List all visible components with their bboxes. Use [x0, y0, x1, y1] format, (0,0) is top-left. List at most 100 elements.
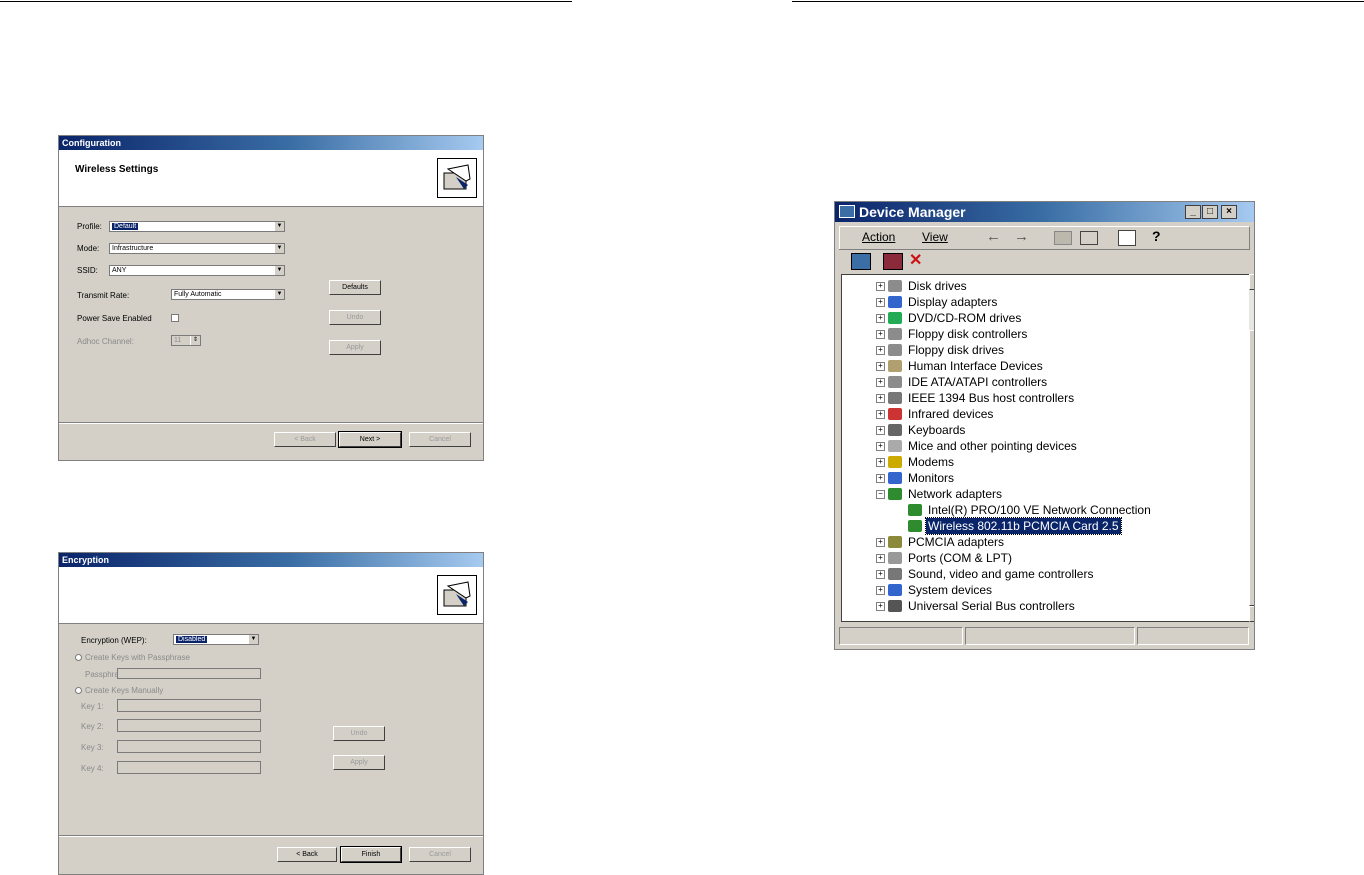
expand-icon[interactable]: +: [876, 298, 885, 307]
folder-icon[interactable]: [1054, 231, 1072, 245]
minimize-button[interactable]: _: [1185, 205, 1201, 219]
device-tree[interactable]: + Disk drives + Display adapters + DVD/CD-ROM…: [841, 274, 1249, 622]
help-icon[interactable]: ?: [1152, 228, 1161, 244]
expand-icon[interactable]: +: [876, 330, 885, 339]
scroll-up-button[interactable]: ▲: [1249, 274, 1254, 290]
tree-category-node[interactable]: + Floppy disk drives: [842, 342, 1248, 358]
manual-keys-radio[interactable]: [75, 687, 82, 694]
vertical-scrollbar[interactable]: ▲ ▼: [1249, 274, 1254, 622]
expand-icon[interactable]: +: [876, 602, 885, 611]
status-bar-pane-1: [839, 627, 963, 645]
key1-label: Key 1:: [81, 702, 104, 711]
apply-button[interactable]: Apply: [333, 755, 385, 770]
key4-input[interactable]: [117, 761, 261, 774]
mode-dropdown[interactable]: Infrastructure ▼: [109, 243, 285, 254]
tree-child-node[interactable]: Wireless 802.11b PCMCIA Card 2.5: [842, 517, 1248, 535]
finish-button[interactable]: Finish: [340, 846, 402, 863]
passphrase-input[interactable]: [117, 668, 261, 679]
collapse-icon[interactable]: −: [876, 490, 885, 499]
tree-category-node[interactable]: + Disk drives: [842, 278, 1248, 294]
transmit-rate-dropdown[interactable]: Fully Automatic ▼: [171, 289, 285, 300]
tree-category-node[interactable]: + Floppy disk controllers: [842, 326, 1248, 342]
expand-icon[interactable]: +: [876, 586, 885, 595]
tree-category-node[interactable]: + Display adapters: [842, 294, 1248, 310]
tree-category-node[interactable]: + Monitors: [842, 470, 1248, 486]
back-button[interactable]: < Back: [277, 847, 337, 862]
tree-category-node[interactable]: + IEEE 1394 Bus host controllers: [842, 390, 1248, 406]
expand-icon[interactable]: +: [876, 394, 885, 403]
back-button[interactable]: < Back: [274, 432, 336, 447]
tree-category-node[interactable]: + Ports (COM & LPT): [842, 550, 1248, 566]
expand-icon[interactable]: +: [876, 314, 885, 323]
expand-icon[interactable]: +: [876, 442, 885, 451]
expand-icon[interactable]: +: [876, 378, 885, 387]
cancel-button[interactable]: Cancel: [409, 847, 471, 862]
tree-category-node[interactable]: + System devices: [842, 582, 1248, 598]
tree-category-node[interactable]: + Modems: [842, 454, 1248, 470]
chevron-down-icon: ▼: [248, 635, 258, 644]
configuration-title-bar: Configuration: [59, 136, 483, 150]
uninstall-icon[interactable]: ✕: [909, 250, 922, 270]
properties-icon[interactable]: [1118, 230, 1136, 246]
power-save-checkbox[interactable]: [171, 314, 179, 322]
adhoc-channel-label: Adhoc Channel:: [77, 337, 134, 346]
tree-category-node[interactable]: + Infrared devices: [842, 406, 1248, 422]
port-icon: [888, 552, 902, 564]
expand-icon[interactable]: +: [876, 362, 885, 371]
tree-category-node[interactable]: + Mice and other pointing devices: [842, 438, 1248, 454]
tree-category-node[interactable]: + Human Interface Devices: [842, 358, 1248, 374]
expand-icon[interactable]: +: [876, 474, 885, 483]
profile-dropdown[interactable]: Default ▼: [109, 221, 285, 232]
undo-button[interactable]: Undo: [329, 310, 381, 325]
computer-icon: [888, 584, 902, 596]
maximize-button[interactable]: □: [1202, 205, 1218, 219]
show-hide-tree-icon[interactable]: [1080, 231, 1098, 245]
expand-icon[interactable]: +: [876, 282, 885, 291]
close-button[interactable]: ×: [1221, 205, 1237, 219]
tree-category-node[interactable]: + IDE ATA/ATAPI controllers: [842, 374, 1248, 390]
ssid-value: ANY: [112, 267, 127, 274]
status-bar-pane-2: [965, 627, 1135, 645]
encryption-title-bar: Encryption: [59, 553, 483, 567]
forward-arrow-icon[interactable]: →: [1014, 228, 1029, 245]
defaults-button[interactable]: Defaults: [329, 280, 381, 295]
expand-icon[interactable]: +: [876, 570, 885, 579]
wizard-header: [59, 567, 483, 624]
expand-icon[interactable]: +: [876, 458, 885, 467]
tree-category-node[interactable]: + PCMCIA adapters: [842, 534, 1248, 550]
scroll-thumb[interactable]: [1249, 330, 1254, 606]
scan-hardware-icon[interactable]: [851, 253, 871, 270]
scroll-down-button[interactable]: ▼: [1249, 606, 1254, 622]
tree-category-node[interactable]: + Sound, video and game controllers: [842, 566, 1248, 582]
expand-icon[interactable]: +: [876, 410, 885, 419]
apply-button[interactable]: Apply: [329, 340, 381, 355]
menu-action[interactable]: Action: [862, 230, 895, 244]
expand-icon[interactable]: +: [876, 538, 885, 547]
tree-child-node[interactable]: Intel(R) PRO/100 VE Network Connection: [842, 502, 1248, 518]
expand-icon[interactable]: +: [876, 554, 885, 563]
expand-icon[interactable]: +: [876, 346, 885, 355]
tree-node-label: IEEE 1394 Bus host controllers: [908, 391, 1075, 405]
ssid-dropdown[interactable]: ANY ▼: [109, 265, 285, 276]
expand-icon[interactable]: +: [876, 426, 885, 435]
mode-value: Infrastructure: [112, 245, 154, 252]
key3-input[interactable]: [117, 740, 261, 753]
tree-category-node[interactable]: + Keyboards: [842, 422, 1248, 438]
tree-category-node[interactable]: − Network adapters: [842, 486, 1248, 502]
menu-view[interactable]: View: [922, 230, 948, 244]
next-button[interactable]: Next >: [338, 431, 402, 448]
tree-node-label: Intel(R) PRO/100 VE Network Connection: [928, 503, 1151, 517]
chevron-down-icon: ▼: [274, 266, 284, 275]
passphrase-radio[interactable]: [75, 654, 82, 661]
cancel-button[interactable]: Cancel: [409, 432, 471, 447]
undo-button[interactable]: Undo: [333, 726, 385, 741]
window-title: Device Manager: [859, 204, 966, 220]
encryption-dropdown[interactable]: Disabled ▼: [173, 634, 259, 645]
update-driver-icon[interactable]: [883, 253, 903, 270]
tree-category-node[interactable]: + Universal Serial Bus controllers: [842, 598, 1248, 614]
adhoc-channel-spinner[interactable]: 11 ⇕: [171, 335, 201, 346]
back-arrow-icon[interactable]: ←: [986, 228, 1001, 245]
key2-input[interactable]: [117, 719, 261, 732]
key1-input[interactable]: [117, 699, 261, 712]
tree-category-node[interactable]: + DVD/CD-ROM drives: [842, 310, 1248, 326]
